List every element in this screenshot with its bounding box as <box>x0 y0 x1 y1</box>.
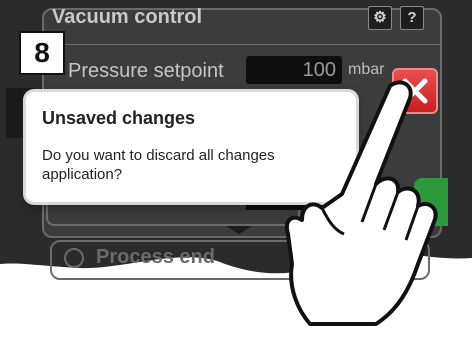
process-end-title: Process end <box>96 246 215 268</box>
hand-pointer-icon <box>285 80 438 326</box>
circle-icon <box>64 248 84 268</box>
help-button[interactable]: ? <box>400 6 424 30</box>
settings-button[interactable]: ⚙ <box>368 6 392 30</box>
pressure-setpoint-label: Pressure setpoint <box>68 60 224 82</box>
chevron-down-icon[interactable] <box>226 226 252 234</box>
dialog-title: Unsaved changes <box>42 108 196 128</box>
gear-icon: ⚙ <box>373 9 387 26</box>
panel-title: Vacuum control <box>52 6 203 28</box>
step-number-badge: 8 <box>19 31 65 75</box>
